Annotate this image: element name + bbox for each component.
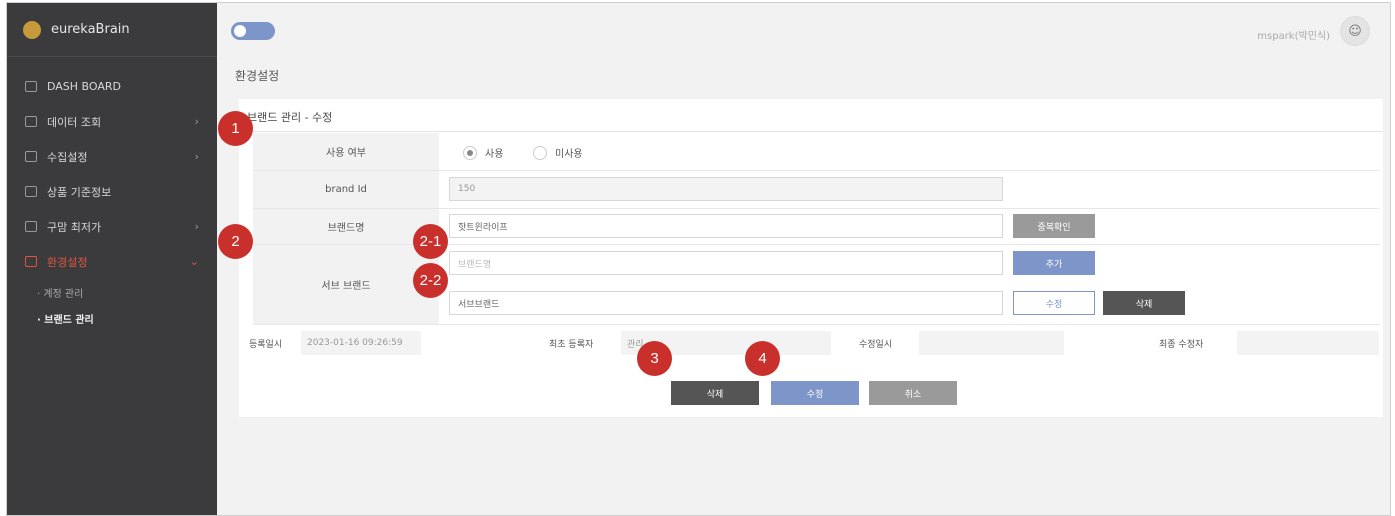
use-label: 사용 여부: [253, 133, 439, 170]
brand-id-label: brand Id: [253, 171, 439, 208]
reg-date-value: 2023-01-16 09:26:59: [301, 331, 421, 355]
sidebar: eurekaBrain DASH BOARD 데이터 조회 › 수집설정 › 상품 …: [7, 3, 217, 515]
card-title: 브랜드 관리 - 수정: [247, 111, 333, 124]
radio-label: 사용: [485, 149, 504, 160]
divider: [239, 131, 1383, 132]
radio-unchecked-icon: [533, 145, 547, 160]
sidebar-item-label: 수집설정: [47, 150, 88, 164]
search-icon: [25, 116, 37, 127]
sidebar-item-dashboard[interactable]: DASH BOARD: [7, 69, 217, 104]
sidebar-subitem-account[interactable]: · 계정 관리: [7, 279, 217, 305]
gear-icon: [25, 256, 37, 267]
annotation-marker-3: 3: [637, 341, 672, 376]
dup-check-button[interactable]: 중복확인: [1013, 214, 1095, 238]
annotation-marker-1: 1: [218, 111, 253, 146]
radio-unused[interactable]: 미사용: [533, 145, 583, 160]
annotation-marker-2: 2: [218, 224, 253, 259]
sub-brand-label: 서브 브랜드: [253, 245, 439, 324]
radio-checked-icon: [463, 145, 477, 160]
chevron-right-icon: ›: [194, 150, 199, 163]
last-mod-label: 최종 수정자: [1159, 340, 1204, 350]
delete-sub-brand-button[interactable]: 삭제: [1103, 291, 1185, 315]
brand-name-input[interactable]: 핫트윈라이프: [449, 214, 1003, 238]
brain-logo-icon: [23, 20, 41, 39]
add-sub-brand-button[interactable]: 추가: [1013, 251, 1095, 275]
app-window: eurekaBrain DASH BOARD 데이터 조회 › 수집설정 › 상품 …: [6, 2, 1391, 516]
user-icon[interactable]: ☺: [1340, 16, 1370, 46]
list-icon: [25, 186, 37, 197]
annotation-marker-2-1: 2-1: [413, 224, 448, 259]
brand-name-label: 브랜드명: [253, 209, 439, 244]
brand-logo[interactable]: eurekaBrain: [7, 3, 217, 57]
sidebar-item-collection-settings[interactable]: 수집설정 ›: [7, 139, 217, 174]
main-content: mspark(박민식) ☺ 환경설정 브랜드 관리 - 수정 사용 여부 사용 …: [217, 3, 1390, 515]
mod-date-value: [919, 331, 1064, 355]
monitor-icon: [25, 151, 37, 162]
last-mod-value: [1237, 331, 1379, 355]
sidebar-item-lowest-price[interactable]: 구맘 최저가 ›: [7, 209, 217, 244]
edit-sub-brand-button[interactable]: 수정: [1013, 291, 1095, 315]
chevron-right-icon: ›: [194, 115, 199, 128]
sidebar-item-settings[interactable]: 환경설정 ⌄: [7, 244, 217, 279]
annotation-marker-2-2: 2-2: [413, 263, 448, 298]
sub-brand-input[interactable]: 브랜드명: [449, 251, 1003, 275]
list-icon: [25, 221, 37, 232]
cancel-button[interactable]: 취소: [869, 381, 957, 405]
radio-label: 미사용: [555, 149, 583, 160]
sidebar-item-data-search[interactable]: 데이터 조회 ›: [7, 104, 217, 139]
sidebar-item-label: 데이터 조회: [47, 115, 102, 129]
mod-date-label: 수정일시: [859, 340, 893, 350]
dashboard-icon: [25, 81, 37, 92]
reg-date-label: 등록일시: [249, 340, 283, 350]
delete-button[interactable]: 삭제: [671, 381, 759, 405]
brand-name: eurekaBrain: [51, 22, 130, 37]
chevron-down-icon: ⌄: [189, 255, 199, 268]
sidebar-item-label: DASH BOARD: [47, 80, 122, 93]
radio-use[interactable]: 사용: [463, 145, 503, 160]
annotation-marker-4: 4: [745, 341, 780, 376]
first-reg-label: 최초 등록자: [549, 340, 594, 350]
settings-submenu: · 계정 관리 · 브랜드 관리: [7, 279, 217, 331]
chevron-right-icon: ›: [194, 220, 199, 233]
sidebar-item-label: 상품 기준정보: [47, 185, 112, 199]
row-brand-id: brand Id 150: [253, 171, 1379, 209]
sidebar-menu: DASH BOARD 데이터 조회 › 수집설정 › 상품 기준정보 구맘 최저가 ›…: [7, 57, 217, 279]
sidebar-subitem-brand[interactable]: · 브랜드 관리: [7, 305, 217, 331]
page-title: 환경설정: [235, 69, 280, 83]
sidebar-toggle-switch[interactable]: [231, 22, 275, 40]
brand-edit-card: 브랜드 관리 - 수정 사용 여부 사용 미사용 brand Id 150 브랜…: [239, 99, 1383, 417]
save-button[interactable]: 수정: [771, 381, 859, 405]
sub-brand-item[interactable]: 서브브랜드: [449, 291, 1003, 315]
brand-id-field: 150: [449, 177, 1003, 201]
sidebar-item-label: 구맘 최저가: [47, 220, 102, 234]
sidebar-item-label: 환경설정: [47, 255, 88, 269]
row-use: 사용 여부 사용 미사용: [253, 133, 1379, 171]
sidebar-item-product-info[interactable]: 상품 기준정보: [7, 174, 217, 209]
user-name: mspark(박민식): [1257, 31, 1330, 42]
